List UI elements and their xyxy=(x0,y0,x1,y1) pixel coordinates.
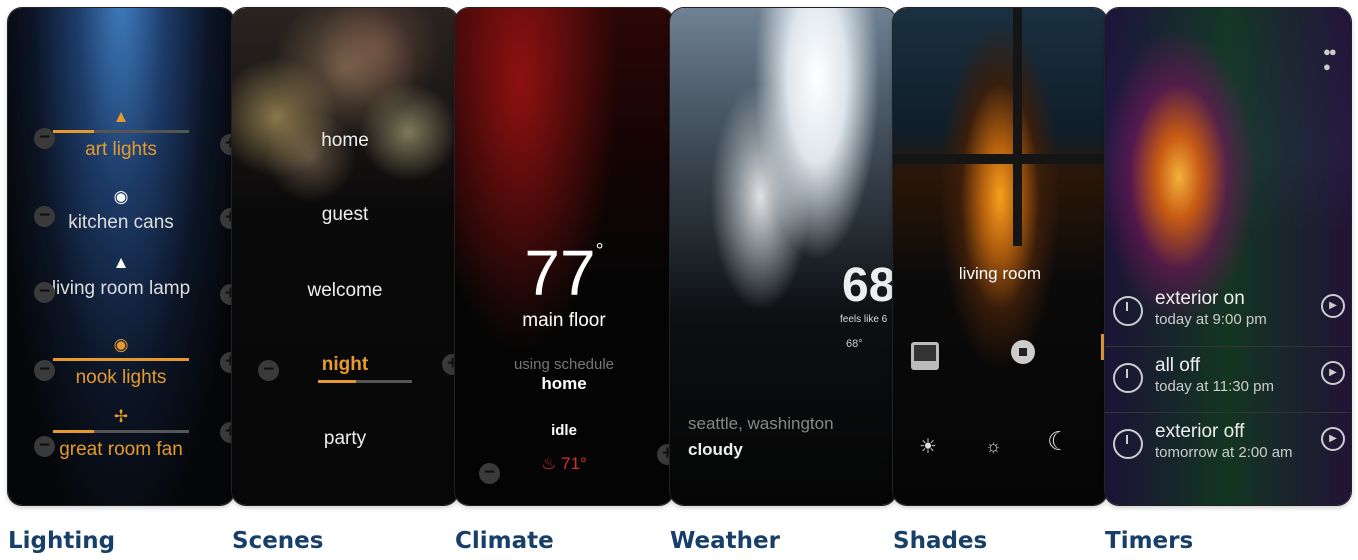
window-mullion xyxy=(893,154,1107,164)
minus-button[interactable]: − xyxy=(258,360,279,381)
minus-button[interactable]: − xyxy=(479,463,500,484)
sunrise-icon[interactable]: ☀ xyxy=(919,434,937,459)
shade-stop-button[interactable] xyxy=(1011,340,1035,364)
caption-shades: Shades xyxy=(893,528,988,554)
spotlight-icon: ▲ xyxy=(112,107,130,126)
menu-dots-icon[interactable]: ●● ● xyxy=(1323,44,1337,74)
caption-timers: Timers xyxy=(1105,528,1194,554)
minus-button[interactable]: − xyxy=(34,436,55,457)
minus-button[interactable]: − xyxy=(34,360,55,381)
recessed-light-icon: ◉ xyxy=(113,187,129,206)
lighting-panel: ▲ art lights ◉ kitchen cans ▲ living roo… xyxy=(8,8,234,505)
clock-icon xyxy=(1113,363,1143,393)
degree-symbol: ° xyxy=(595,240,604,262)
scene-item-guest[interactable]: guest xyxy=(232,204,458,226)
timer-run-icon[interactable]: ▶ xyxy=(1321,361,1345,385)
lamp-icon: ▲ xyxy=(112,253,130,272)
shades-room: living room xyxy=(958,264,1042,283)
timers-panel: ●● ● exterior on today at 9:00 pm ▶ all o… xyxy=(1105,8,1351,505)
weather-low: 68° xyxy=(846,338,863,350)
timer-title: all off xyxy=(1155,355,1201,376)
schedule-label: using schedule xyxy=(513,356,615,373)
timer-run-icon[interactable]: ▶ xyxy=(1321,294,1345,318)
schedule-name: home xyxy=(541,374,587,393)
timer-subtitle: today at 9:00 pm xyxy=(1155,311,1267,328)
caption-scenes: Scenes xyxy=(232,528,324,554)
scene-slider[interactable] xyxy=(318,380,412,383)
climate-temperature: 77° xyxy=(455,236,673,310)
clock-icon xyxy=(1113,429,1143,459)
scene-item-party[interactable]: party xyxy=(232,428,458,450)
scene-item-home[interactable]: home xyxy=(232,130,458,152)
feels-like: feels like 6 xyxy=(840,314,888,325)
timer-run-icon[interactable]: ▶ xyxy=(1321,427,1345,451)
heat-setpoint-value: 71° xyxy=(561,454,587,473)
lighting-slider-fill xyxy=(53,430,94,433)
climate-panel: 77° main floor using schedule home idle … xyxy=(455,8,673,505)
timer-row[interactable]: all off today at 11:30 pm ▶ xyxy=(1105,346,1351,411)
lighting-slider[interactable] xyxy=(53,430,189,433)
pendant-light-icon: ◉ xyxy=(113,335,129,354)
weather-location: seattle, washington xyxy=(688,414,834,433)
scenes-panel: home guest welcome night party − + xyxy=(232,8,458,505)
timer-subtitle: tomorrow at 2:00 am xyxy=(1155,444,1293,461)
sunset-icon[interactable]: ☼ xyxy=(985,436,1002,457)
shades-panel: living room ☀ ☼ ☾ xyxy=(893,8,1107,505)
timer-subtitle: today at 11:30 pm xyxy=(1155,378,1274,395)
climate-zone: main floor xyxy=(522,310,606,331)
clock-icon xyxy=(1113,296,1143,326)
scene-item-welcome[interactable]: welcome xyxy=(232,280,458,302)
moon-icon[interactable]: ☾ xyxy=(1047,426,1070,457)
caption-climate: Climate xyxy=(455,528,554,554)
timer-row[interactable]: exterior off tomorrow at 2:00 am ▶ xyxy=(1105,412,1351,477)
timer-title: exterior off xyxy=(1155,421,1245,442)
timer-row[interactable]: exterior on today at 9:00 pm ▶ xyxy=(1105,280,1351,344)
caption-weather: Weather xyxy=(670,528,780,554)
weather-temperature: 68 xyxy=(842,259,896,312)
ceiling-fan-icon: ✢ xyxy=(113,407,129,426)
minus-button[interactable]: − xyxy=(34,282,55,303)
scene-slider-fill xyxy=(318,380,356,383)
minus-button[interactable]: − xyxy=(34,206,55,227)
timer-title: exterior on xyxy=(1155,288,1245,309)
temperature-value: 77 xyxy=(524,237,596,309)
flame-icon: ♨ xyxy=(541,454,557,473)
climate-status: idle xyxy=(551,422,577,439)
lighting-slider-fill xyxy=(53,130,94,133)
lighting-slider[interactable] xyxy=(53,358,189,361)
window-mullion xyxy=(1013,8,1022,246)
weather-panel: 68 feels like 6 68° seattle, washington … xyxy=(670,8,896,505)
weather-condition: cloudy xyxy=(688,440,743,459)
minus-button[interactable]: − xyxy=(34,128,55,149)
lighting-slider-fill xyxy=(53,358,189,361)
lighting-slider[interactable] xyxy=(53,130,189,133)
shade-down-icon[interactable] xyxy=(911,342,939,370)
caption-lighting: Lighting xyxy=(8,528,116,554)
